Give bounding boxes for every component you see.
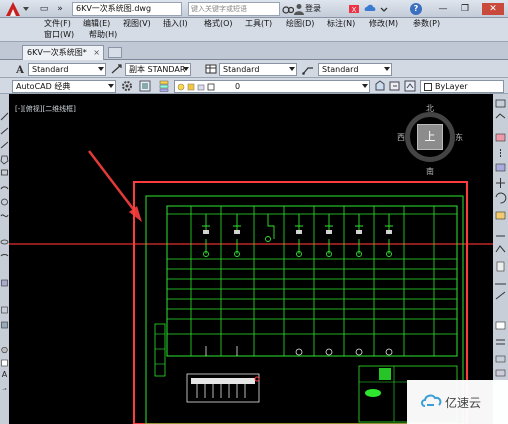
menu-help[interactable]: 帮助(H) (89, 30, 117, 40)
multileader-style-select[interactable]: Standard (318, 63, 392, 76)
draw-tool-palette: A .ₓ (0, 94, 9, 424)
title-bar: ▭ » 6KV一次系统图.dwg 键入关键字或短语 登录 X ? — ❐ ✕ (0, 0, 508, 18)
workspace-settings-icon[interactable] (139, 80, 151, 92)
workspace-value: AutoCAD 经典 (16, 82, 71, 91)
exchange-icon[interactable]: X (348, 3, 360, 15)
layers-toolbar: AutoCAD 经典 0 ByLayer (0, 78, 508, 94)
tab-label: 6KV一次系统图* (27, 48, 87, 57)
drawing-canvas[interactable]: [-][俯视][二维线框] 上 北 南 东 西 (9, 94, 493, 424)
compass-west[interactable]: 西 (397, 132, 405, 143)
gear-icon[interactable] (121, 80, 133, 92)
viewcube-top-face[interactable]: 上 (417, 124, 443, 150)
watermark-text: 亿速云 (445, 396, 482, 410)
compass-north[interactable]: 北 (426, 103, 434, 114)
new-file-icon[interactable]: ▭ (38, 3, 50, 15)
tab-6kv-drawing[interactable]: 6KV一次系统图* × (22, 45, 104, 60)
table-style-value: Standard (223, 65, 260, 74)
compass-east[interactable]: 东 (455, 132, 463, 143)
login-link[interactable]: 登录 (305, 2, 321, 16)
svg-text:X: X (352, 6, 357, 14)
dimension-style-select[interactable]: 副本 STANDAR (125, 63, 191, 76)
menu-modify[interactable]: 修改(M) (369, 19, 398, 29)
more-icon[interactable]: » (54, 3, 66, 15)
svg-text:.ₓ: .ₓ (2, 385, 7, 392)
menu-insert[interactable]: 插入(I) (163, 19, 188, 29)
menu-view[interactable]: 视图(V) (123, 19, 151, 29)
minimize-icon[interactable]: — (436, 3, 450, 15)
layer-value: 0 (235, 82, 241, 91)
text-style-value: Standard (32, 65, 69, 74)
cloud-logo-icon (421, 394, 442, 407)
close-icon[interactable]: ✕ (482, 3, 504, 15)
annotation-arrow (88, 150, 138, 215)
search-input[interactable]: 键入关键字或短语 (188, 2, 280, 16)
modify-tool-icons[interactable] (493, 94, 508, 424)
workspace-select[interactable]: AutoCAD 经典 (12, 80, 116, 93)
svg-text:A: A (2, 370, 8, 379)
autodesk-360-icon[interactable] (364, 3, 376, 15)
menu-window[interactable]: 窗口(W) (44, 30, 74, 40)
layer-properties-icon[interactable] (158, 80, 170, 92)
table-style-select[interactable]: Standard (219, 63, 297, 76)
modify-tool-palette (493, 94, 508, 424)
layer-state-icon[interactable] (404, 80, 416, 92)
help-button[interactable]: ? (410, 3, 422, 15)
draw-tool-icons[interactable]: A .ₓ (0, 94, 9, 424)
menu-bar: 文件(F) 编辑(E) 视图(V) 插入(I) 格式(O) 工具(T) 绘图(D… (0, 18, 508, 42)
viewcube[interactable]: 上 北 南 东 西 (397, 103, 463, 184)
svg-text:A: A (15, 65, 24, 75)
color-value: ByLayer (435, 82, 468, 91)
table-style-icon[interactable] (205, 63, 217, 75)
restore-icon[interactable]: ❐ (458, 3, 472, 15)
document-title: 6KV一次系统图.dwg (72, 2, 182, 16)
menu-draw[interactable]: 绘图(D) (286, 19, 314, 29)
menu-tools[interactable]: 工具(T) (245, 19, 272, 29)
multileader-style-icon[interactable] (302, 63, 314, 75)
new-tab-button[interactable] (108, 47, 122, 58)
text-style-select[interactable]: Standard (28, 63, 106, 76)
dimension-style-value: 副本 STANDAR (129, 65, 186, 74)
document-tab-bar: 6KV一次系统图* × (0, 42, 508, 60)
binoculars-icon[interactable] (282, 3, 294, 15)
menu-file[interactable]: 文件(F) (44, 19, 71, 29)
menu-parametric[interactable]: 参数(P) (413, 19, 440, 29)
dropdown-icon[interactable] (378, 3, 390, 15)
layer-select[interactable]: 0 (174, 80, 370, 93)
menu-edit[interactable]: 编辑(E) (83, 19, 110, 29)
dimension-style-icon[interactable] (111, 63, 123, 75)
make-current-icon[interactable] (374, 80, 386, 92)
layer-previous-icon[interactable] (389, 80, 401, 92)
menu-dimension[interactable]: 标注(N) (327, 19, 355, 29)
color-select[interactable]: ByLayer (420, 80, 504, 93)
watermark: 亿速云 (407, 380, 508, 424)
color-swatch (424, 82, 432, 91)
tab-close-icon[interactable]: × (93, 46, 100, 60)
compass-south[interactable]: 南 (426, 166, 434, 177)
multileader-style-value: Standard (322, 65, 359, 74)
styles-toolbar: A Standard 副本 STANDAR Standard Standard (0, 60, 508, 78)
text-style-icon[interactable]: A (14, 63, 26, 75)
menu-format[interactable]: 格式(O) (204, 19, 233, 29)
user-icon[interactable] (294, 3, 304, 15)
layer-state-icons (177, 83, 215, 91)
autocad-logo-icon[interactable] (2, 0, 32, 18)
